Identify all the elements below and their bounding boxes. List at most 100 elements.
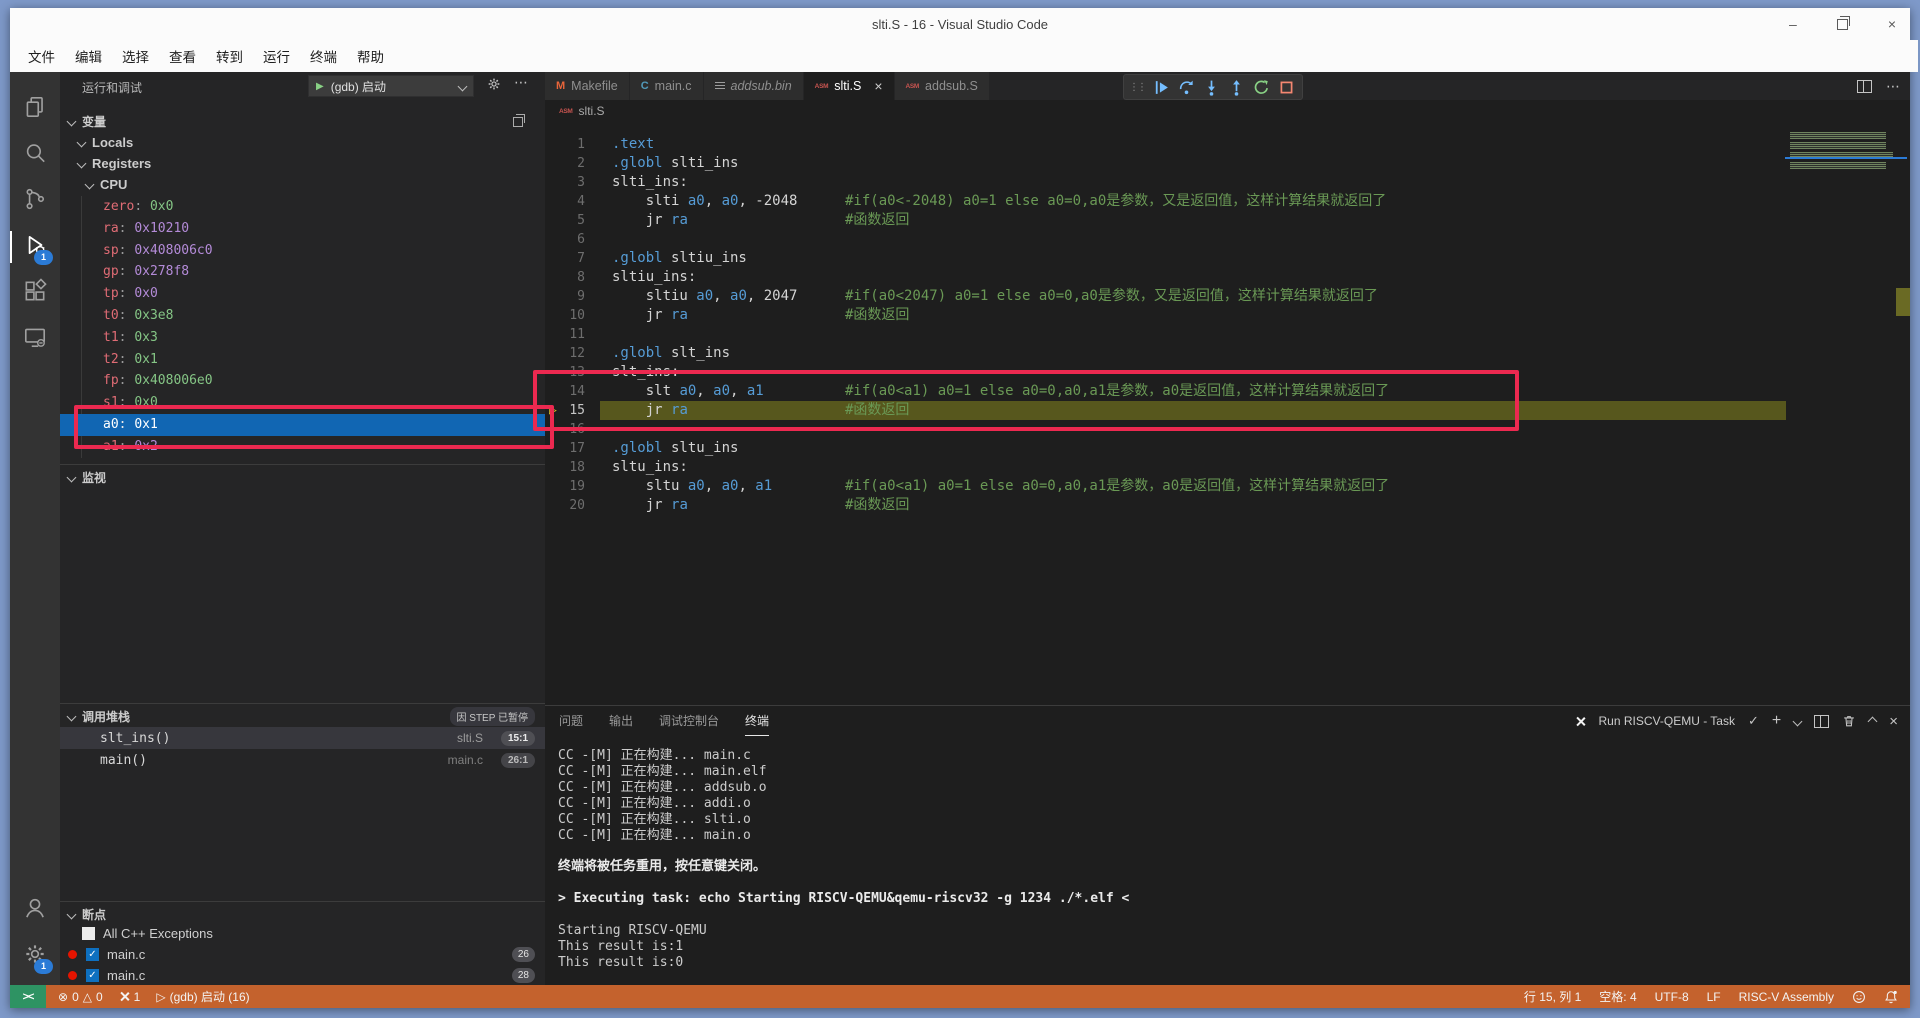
breakpoint-item[interactable]: All C++ Exceptions: [60, 923, 545, 944]
tab-addsub.bin[interactable]: addsub.bin: [703, 72, 804, 100]
activity-run-and-debug[interactable]: 1: [10, 224, 60, 270]
register-t0[interactable]: t0: 0x3e8: [60, 305, 545, 327]
close-panel-icon[interactable]: ×: [1889, 713, 1898, 730]
panel-tab-输出[interactable]: 输出: [609, 706, 633, 736]
activity-explorer[interactable]: [10, 86, 60, 132]
menu-item-文件[interactable]: 文件: [18, 46, 65, 66]
line-number[interactable]: 15: [545, 401, 585, 420]
line-number[interactable]: 5: [545, 211, 585, 230]
register-zero[interactable]: zero: 0x0: [60, 196, 545, 218]
cursor-position[interactable]: 行 15, 列 1: [1524, 988, 1581, 1005]
drag-handle-icon[interactable]: ⋮⋮: [1129, 82, 1147, 93]
menu-item-终端[interactable]: 终端: [300, 46, 347, 66]
register-gp[interactable]: gp: 0x278f8: [60, 261, 545, 283]
register-a0[interactable]: a0: 0x1: [60, 413, 545, 436]
line-number[interactable]: 6: [545, 230, 585, 249]
minimap[interactable]: [1790, 128, 1900, 248]
breadcrumb[interactable]: ASM slti.S: [545, 100, 1910, 122]
debug-settings-gear-icon[interactable]: [486, 76, 502, 95]
split-editor-icon[interactable]: [1857, 79, 1872, 93]
restore-button[interactable]: [1836, 15, 1850, 30]
panel-tab-调试控制台[interactable]: 调试控制台: [659, 706, 719, 736]
step-into-button[interactable]: [1199, 76, 1224, 98]
step-over-button[interactable]: [1174, 76, 1199, 98]
notifications-bell-icon[interactable]: [1884, 990, 1898, 1004]
line-number[interactable]: 1: [545, 135, 585, 154]
indentation[interactable]: 空格: 4: [1599, 988, 1636, 1005]
activity-remote-explorer[interactable]: [10, 316, 60, 362]
breakpoint-checkbox[interactable]: ✓: [86, 948, 99, 961]
stack-frame-slt_ins()[interactable]: slt_ins() slti.S 15:1: [60, 727, 545, 749]
debug-session-indicator[interactable]: ▷ (gdb) 启动 (16): [156, 988, 249, 1005]
new-terminal-icon[interactable]: +: [1772, 712, 1781, 730]
breakpoint-item[interactable]: ✓ main.c 26: [60, 944, 545, 965]
activity-search[interactable]: [10, 132, 60, 178]
language-mode[interactable]: RISC-V Assembly: [1739, 990, 1834, 1004]
remote-indicator[interactable]: ><: [10, 985, 46, 1008]
tab-close-icon[interactable]: ×: [874, 79, 882, 93]
activity-extensions[interactable]: [10, 270, 60, 316]
register-ra[interactable]: ra: 0x10210: [60, 218, 545, 240]
activity-account[interactable]: [10, 887, 60, 933]
launch-config-dropdown[interactable]: ▶ (gdb) 启动: [308, 75, 474, 97]
breakpoint-checkbox[interactable]: ✓: [86, 969, 99, 982]
tab-addsub.S[interactable]: ASM addsub.S: [894, 72, 990, 100]
code-editor[interactable]: 1 .text 2 .globl slti_ins 3 slti_ins: 4 slti a…: [545, 122, 1910, 718]
menu-item-帮助[interactable]: 帮助: [347, 46, 394, 66]
activity-source-control[interactable]: [10, 178, 60, 224]
encoding[interactable]: UTF-8: [1655, 990, 1689, 1004]
tab-slti.S[interactable]: ASM slti.S ×: [803, 72, 895, 100]
menu-item-转到[interactable]: 转到: [206, 46, 253, 66]
line-number[interactable]: 9: [545, 287, 585, 306]
menu-item-运行[interactable]: 运行: [253, 46, 300, 66]
register-s1[interactable]: s1: 0x0: [60, 392, 545, 414]
minimize-button[interactable]: –: [1789, 16, 1797, 32]
locals-group[interactable]: Locals: [60, 132, 545, 153]
stop-button[interactable]: [1274, 76, 1299, 98]
register-sp[interactable]: sp: 0x408006c0: [60, 240, 545, 262]
line-number[interactable]: 2: [545, 154, 585, 173]
line-number[interactable]: 14: [545, 382, 585, 401]
cpu-group[interactable]: CPU: [60, 174, 545, 195]
panel-tab-问题[interactable]: 问题: [559, 706, 583, 736]
restart-button[interactable]: [1249, 76, 1274, 98]
close-button[interactable]: ×: [1888, 16, 1896, 32]
line-number[interactable]: 16: [545, 420, 585, 439]
breakpoint-item[interactable]: ✓ main.c 28: [60, 965, 545, 985]
collapse-all-icon[interactable]: [513, 114, 525, 127]
terminal-task-label[interactable]: Run RISCV-QEMU - Task: [1599, 714, 1735, 728]
step-out-button[interactable]: [1224, 76, 1249, 98]
line-number[interactable]: 19: [545, 477, 585, 496]
registers-group[interactable]: Registers: [60, 153, 545, 174]
line-number[interactable]: 10: [545, 306, 585, 325]
panel-tab-终端[interactable]: 终端: [745, 706, 770, 736]
titlebar[interactable]: slti.S - 16 - Visual Studio Code – ×: [10, 8, 1910, 40]
split-terminal-icon[interactable]: [1814, 714, 1830, 728]
activity-settings[interactable]: 1: [10, 933, 60, 979]
line-number[interactable]: 3: [545, 173, 585, 192]
terminal-dropdown-icon[interactable]: [1792, 716, 1803, 726]
line-number[interactable]: 13: [545, 363, 585, 382]
more-actions-icon[interactable]: ⋯: [514, 74, 528, 91]
watch-section-header[interactable]: 监视: [60, 466, 545, 488]
register-t1[interactable]: t1: 0x3: [60, 327, 545, 349]
start-debug-icon[interactable]: ▶: [316, 81, 324, 92]
breakpoint-checkbox[interactable]: [82, 927, 95, 940]
stack-frame-main()[interactable]: main() main.c 26:1: [60, 749, 545, 771]
line-number[interactable]: 17: [545, 439, 585, 458]
register-a1[interactable]: a1: 0x2: [60, 436, 545, 458]
line-number[interactable]: 20: [545, 496, 585, 515]
menu-item-选择[interactable]: 选择: [112, 46, 159, 66]
line-number[interactable]: 18: [545, 458, 585, 477]
problems-indicator[interactable]: ⊗ 0 △ 0: [58, 990, 103, 1004]
eol[interactable]: LF: [1707, 990, 1721, 1004]
tools-indicator[interactable]: 1: [119, 990, 141, 1004]
terminal-output[interactable]: CC -[M] 正在构建... main.c CC -[M] 正在构建... ma…: [558, 748, 1890, 971]
line-number[interactable]: 4: [545, 192, 585, 211]
line-number[interactable]: 12: [545, 344, 585, 363]
menu-item-查看[interactable]: 查看: [159, 46, 206, 66]
register-fp[interactable]: fp: 0x408006e0: [60, 370, 545, 392]
tab-main.c[interactable]: Cmain.c: [629, 72, 704, 100]
continue-button[interactable]: [1149, 76, 1174, 98]
maximize-panel-icon[interactable]: [1867, 716, 1878, 726]
